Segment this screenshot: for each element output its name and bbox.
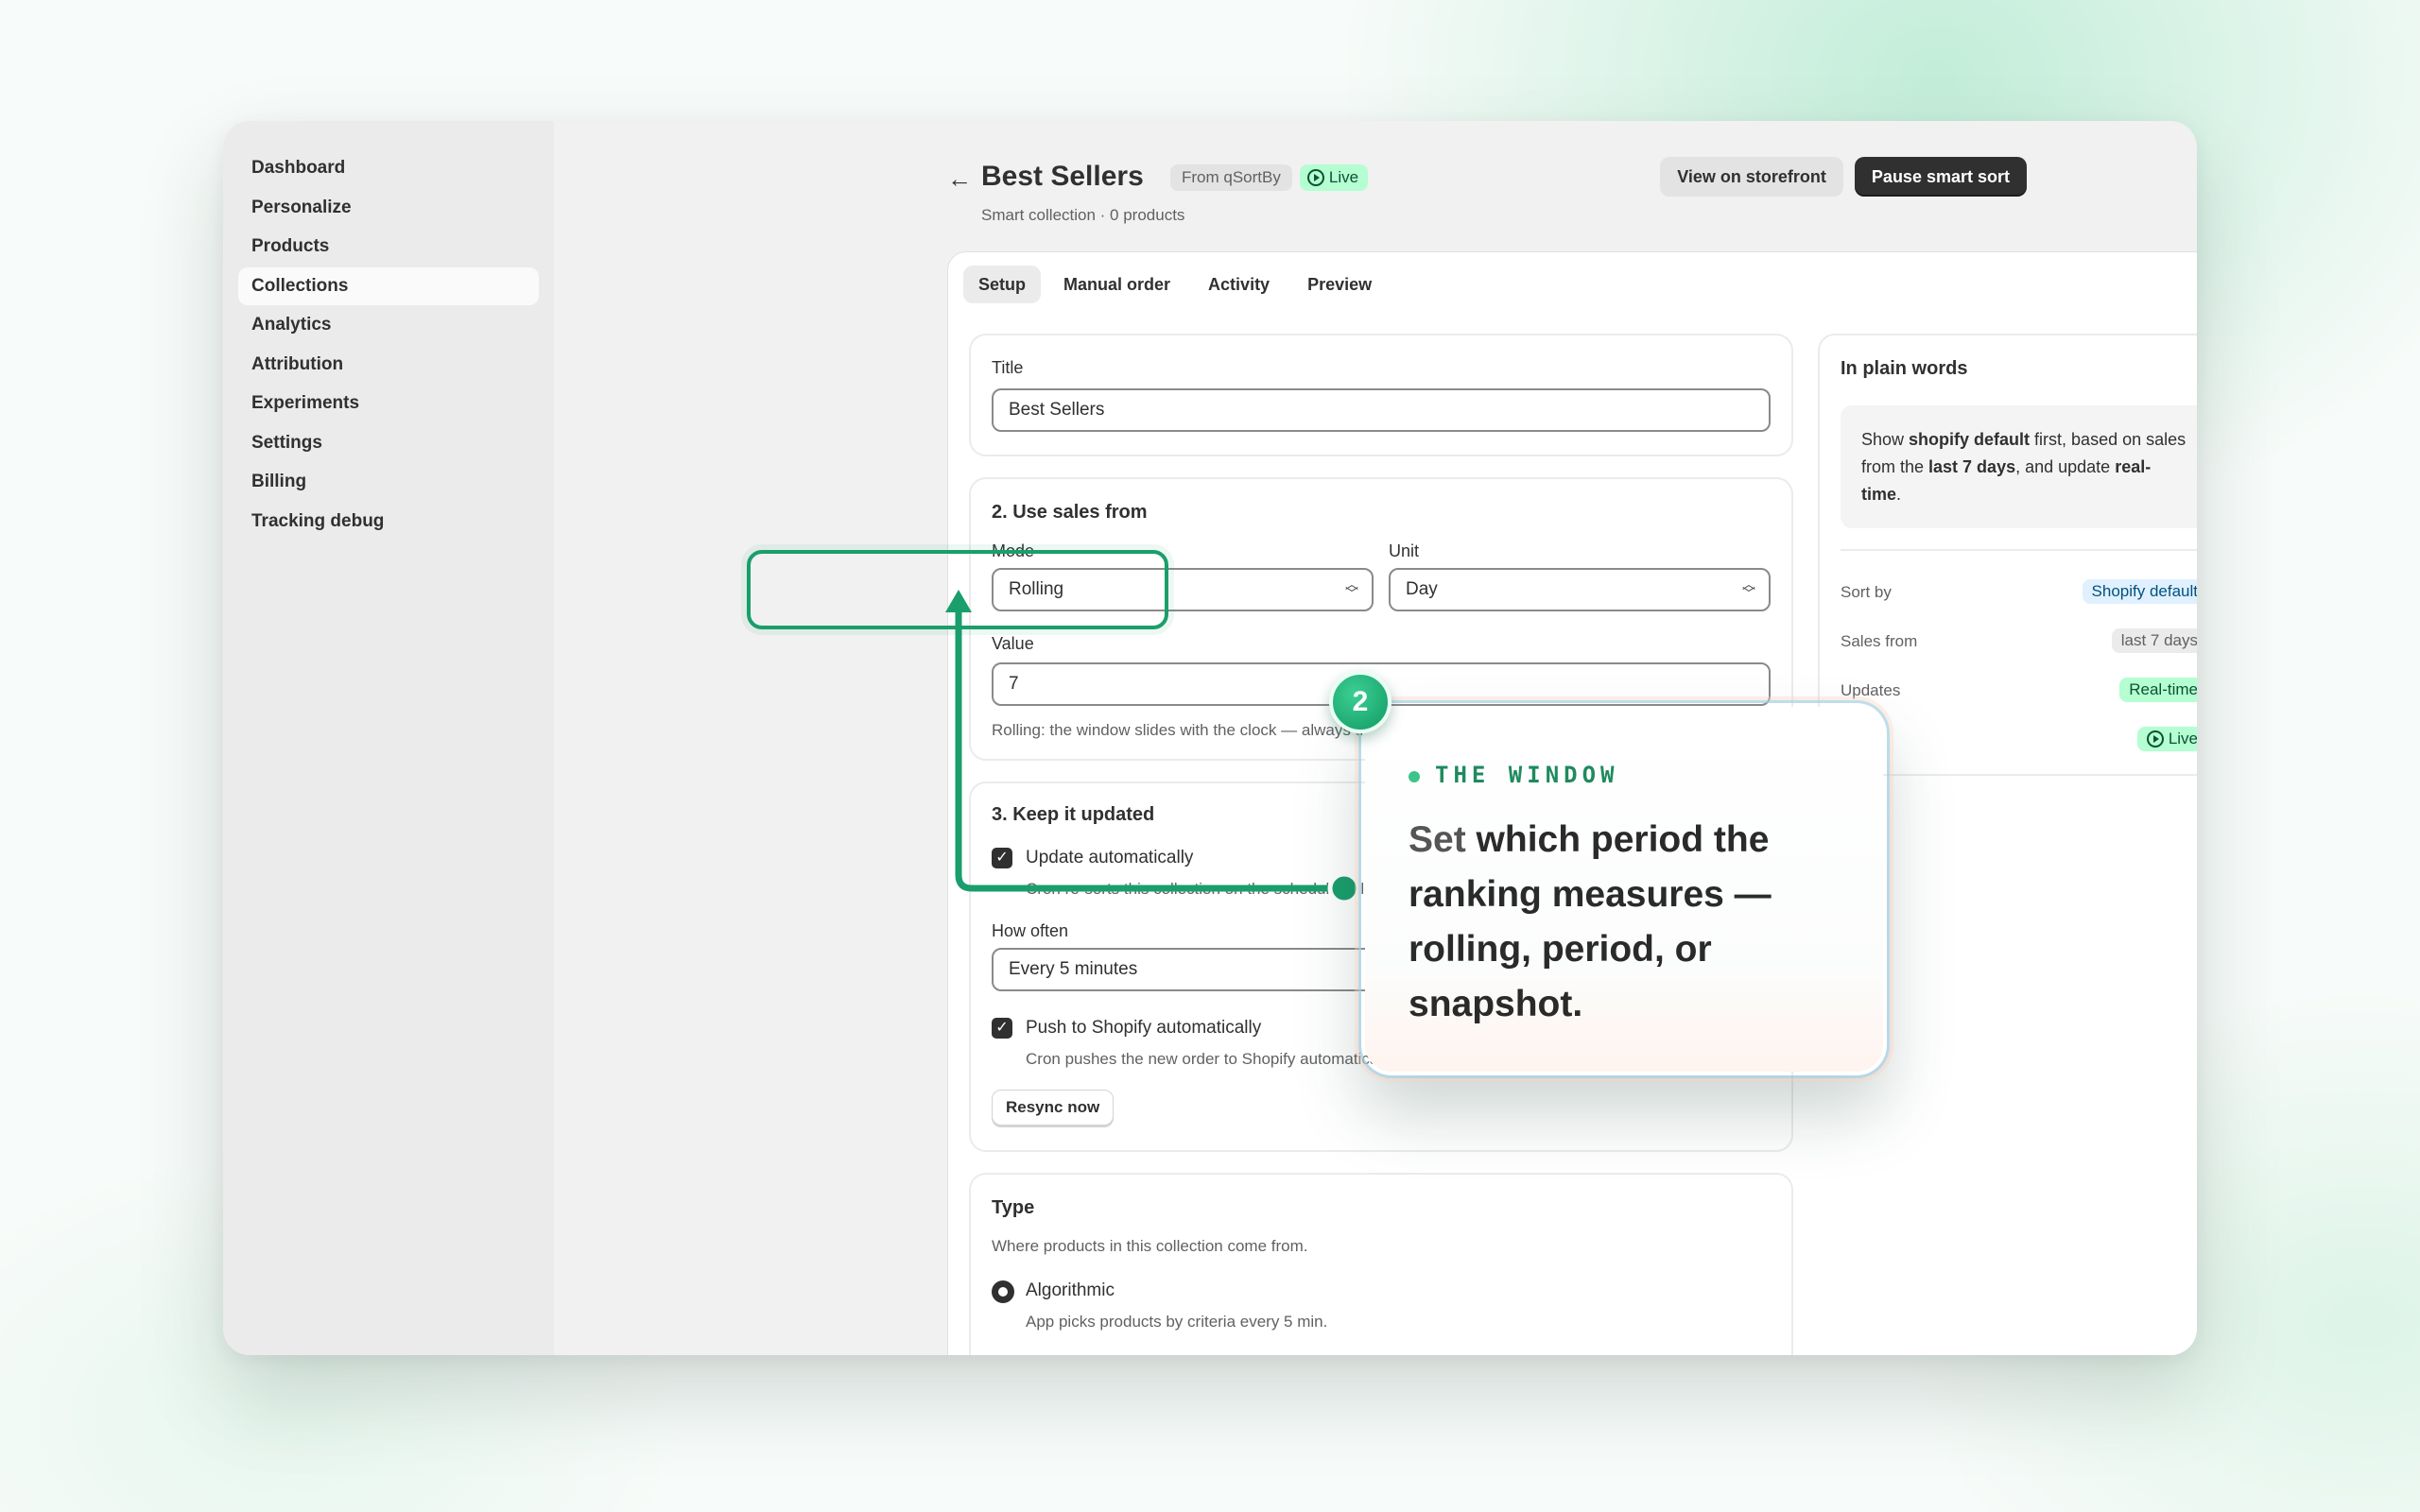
sidebar-item-personalize[interactable]: Personalize [238, 189, 539, 227]
chevron-updown-icon: ︿ ﹀ [1742, 576, 1755, 601]
push-shopify-help: Cron pushes the new order to Shopify aut… [1026, 1050, 1397, 1068]
tab-activity[interactable]: Activity [1193, 266, 1285, 303]
sidebar-item-dashboard[interactable]: Dashboard [238, 149, 539, 187]
unit-select-value: Day [1406, 579, 1438, 599]
type-help-text: Where products in this collection come f… [992, 1237, 1308, 1255]
arrow-left-icon[interactable]: ← [947, 164, 972, 194]
page-subtitle: Smart collection · 0 products [981, 206, 1185, 224]
source-badge: From qSortBy [1170, 164, 1292, 191]
step-number-badge: 2 [1329, 671, 1392, 733]
view-on-storefront-button[interactable]: View on storefront [1660, 157, 1843, 197]
auto-update-help: Cron re-sorts this collection on the sch… [1026, 880, 1389, 898]
title-badges: From qSortBy Live [1170, 164, 1369, 191]
how-often-label: How often [992, 921, 1069, 940]
tab-preview[interactable]: Preview [1292, 266, 1387, 303]
sidebar-item-collections[interactable]: Collections [238, 266, 539, 305]
sidebar-item-attribution[interactable]: Attribution [238, 346, 539, 384]
sidebar-item-tracking-debug[interactable]: Tracking debug [238, 503, 539, 541]
status-live-label: Live [2168, 730, 2197, 747]
unit-label: Unit [1389, 541, 1420, 560]
type-section: Type Where products in this collection c… [969, 1173, 1793, 1355]
plain-words-title: In plain words [1841, 358, 1968, 379]
tab-bar: Setup Manual order Activity Preview [963, 266, 1387, 303]
sidebar-item-experiments[interactable]: Experiments [238, 385, 539, 422]
summary-window-term: last 7 days [1928, 457, 2016, 476]
tab-setup[interactable]: Setup [963, 266, 1042, 303]
sales-from-badge: last 7 days [2111, 628, 2197, 653]
header-actions: View on storefront Pause smart sort [1660, 157, 2027, 197]
chevron-updown-icon: ︿ ﹀ [1345, 576, 1358, 601]
live-badge: Live [1299, 164, 1369, 191]
auto-update-checkbox[interactable]: ✓ [992, 848, 1012, 868]
auto-update-label: Update automatically [1026, 848, 1194, 868]
page-header: ← Best Sellers From qSortBy Live Smart c… [947, 157, 2027, 232]
summary-sort-term: shopify default [1909, 430, 2031, 449]
kicker-dot [1409, 771, 1420, 782]
divider [1841, 549, 2197, 551]
summary-text: . [1896, 485, 1902, 504]
tab-manual-order[interactable]: Manual order [1048, 266, 1185, 303]
sidebar-item-products[interactable]: Products [238, 228, 539, 266]
algorithmic-label: Algorithmic [1026, 1280, 1115, 1300]
play-circle-icon [1306, 169, 1324, 186]
live-badge-label: Live [1328, 168, 1359, 186]
sidebar-item-analytics[interactable]: Analytics [238, 306, 539, 344]
callout-body: Set which period the ranking measures — … [1409, 813, 1853, 1032]
pause-smart-sort-button[interactable]: Pause smart sort [1854, 157, 2027, 197]
sort-by-key: Sort by [1841, 583, 1892, 601]
push-shopify-checkbox[interactable]: ✓ [992, 1018, 1012, 1039]
callout-kicker: THE WINDOW [1435, 762, 1619, 788]
page-title: Best Sellers [981, 161, 1144, 192]
status-live-badge: Live [2136, 727, 2197, 751]
summary-text: , and update [2015, 457, 2116, 476]
callout-kicker-text: THE WINDOW [1435, 762, 1619, 788]
title-label: Title [992, 358, 1024, 377]
type-section-title: Type [992, 1197, 1035, 1218]
algorithmic-help: App picks products by criteria every 5 m… [1026, 1313, 1328, 1331]
callout-lead: Set [1409, 819, 1466, 860]
sort-by-badge: Shopify default [2082, 579, 2197, 604]
summary-text: Show [1861, 430, 1910, 449]
algorithmic-radio[interactable] [992, 1280, 1014, 1303]
updates-key: Updates [1841, 681, 1901, 699]
sidebar-item-billing[interactable]: Billing [238, 463, 539, 501]
unit-select[interactable]: Day ︿ ﹀ [1389, 568, 1771, 611]
play-circle-icon [2146, 730, 2164, 747]
sales-from-key: Sales from [1841, 632, 1918, 650]
title-section: Title Best Sellers [969, 334, 1793, 456]
sales-section-title: 2. Use sales from [992, 502, 1148, 523]
mode-highlight-frame [747, 550, 1168, 629]
tutorial-callout: THE WINDOW Set which period the ranking … [1361, 703, 1887, 1075]
sidebar-item-settings[interactable]: Settings [238, 424, 539, 462]
app-window: Dashboard Personalize Products Collectio… [223, 121, 2197, 1355]
update-section-title: 3. Keep it updated [992, 804, 1155, 825]
updates-badge: Real-time [2119, 678, 2197, 702]
value-label: Value [992, 634, 1034, 653]
plain-words-summary: Show shopify default first, based on sal… [1841, 405, 2197, 528]
resync-now-button[interactable]: Resync now [992, 1090, 1115, 1125]
sidebar: Dashboard Personalize Products Collectio… [223, 121, 554, 1355]
title-input[interactable]: Best Sellers [992, 388, 1771, 432]
push-shopify-label: Push to Shopify automatically [1026, 1018, 1262, 1038]
